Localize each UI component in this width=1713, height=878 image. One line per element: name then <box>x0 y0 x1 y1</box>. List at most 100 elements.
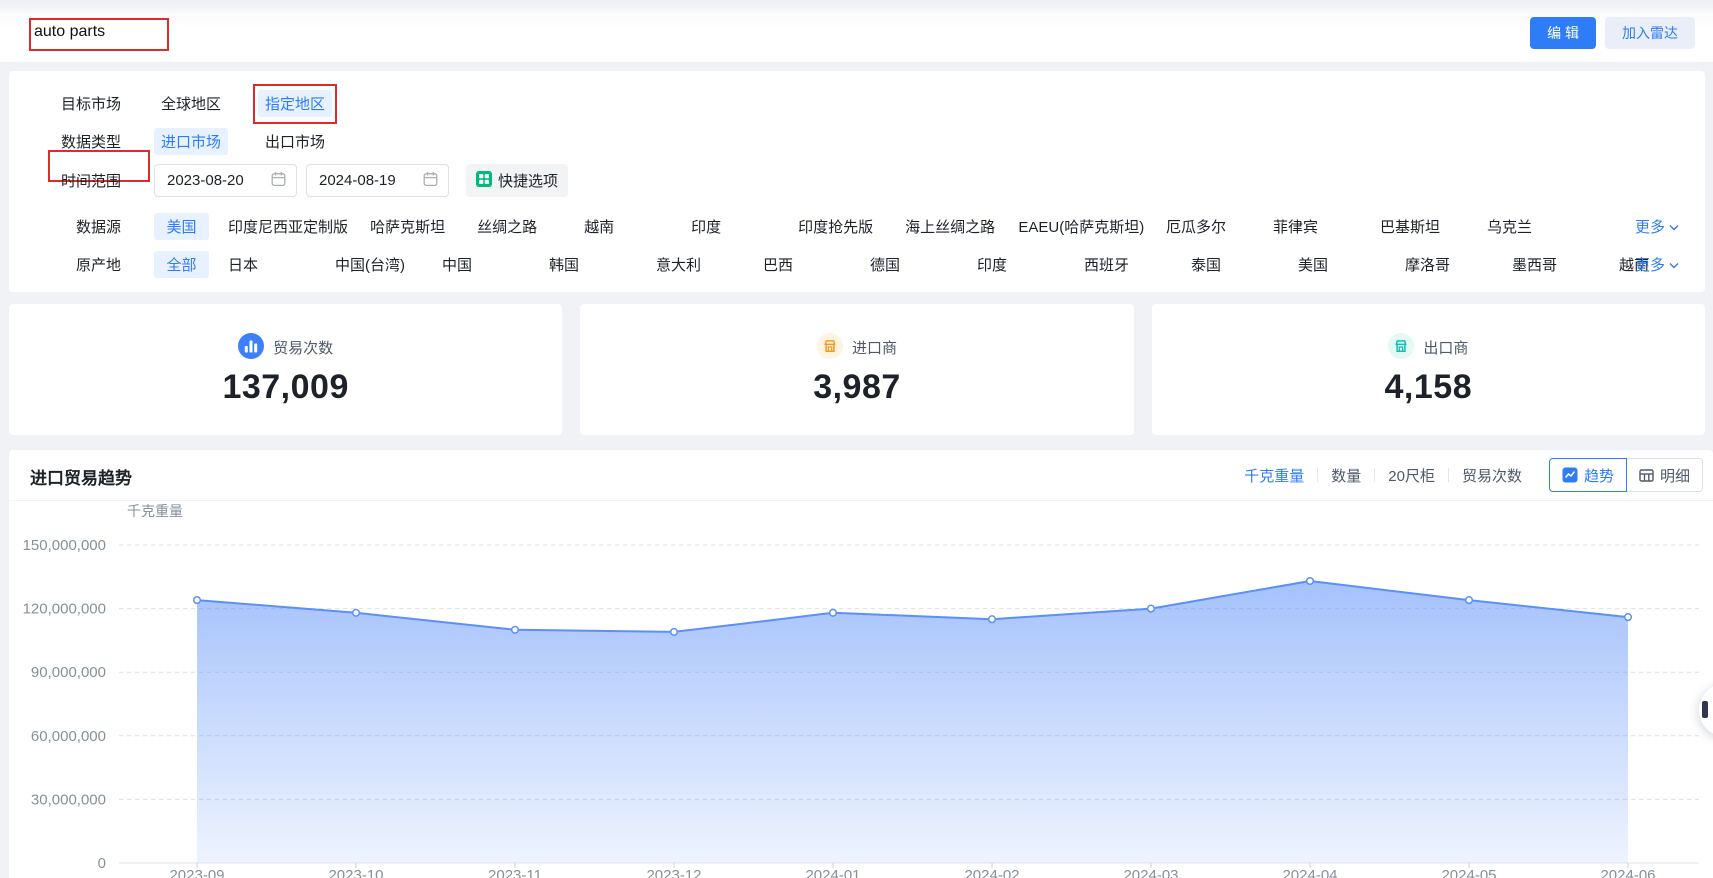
stat-card: 出口商 4,158 <box>1152 304 1705 435</box>
quick-options-icon <box>476 171 492 191</box>
filter-option[interactable]: 墨西哥 <box>1504 251 1600 278</box>
stat-label: 贸易次数 <box>273 337 333 358</box>
filter-option[interactable]: EAEU(哈萨克斯坦) <box>1010 213 1147 240</box>
filter-options-data-source: 美国印度尼西亚定制版哈萨克斯坦丝绸之路越南印度印度抢先版海上丝绸之路 EAEU(哈… <box>154 213 1705 240</box>
stat-card-header: 出口商 <box>1388 333 1468 363</box>
x-tick-label: 2024-03 <box>1123 867 1178 878</box>
quick-options-button[interactable]: 快捷选项 <box>466 164 568 197</box>
filter-option[interactable]: 意大利 <box>648 251 744 278</box>
floating-helper-icon <box>1702 701 1708 718</box>
filter-option[interactable]: 巴西 <box>755 251 851 278</box>
filter-label-data-source: 数据源 <box>9 213 121 237</box>
calendar-icon <box>271 171 286 191</box>
filter-option[interactable]: 中国 <box>434 251 530 278</box>
filter-option[interactable]: 印度 <box>683 213 779 240</box>
add-to-radar-button[interactable]: 加入雷达 <box>1605 17 1695 49</box>
filter-row-data-type: 数据类型 进口市场 出口市场 <box>9 128 1705 155</box>
stat-label: 进口商 <box>852 337 897 358</box>
filter-row-data-source: 数据源 美国印度尼西亚定制版哈萨克斯坦丝绸之路越南印度印度抢先版海上丝绸之路 EA… <box>9 213 1705 240</box>
view-toggle-label: 明细 <box>1660 465 1690 486</box>
filter-option[interactable]: 指定地区 <box>258 90 332 117</box>
data-point-marker <box>1466 597 1473 604</box>
date-start-input[interactable]: 2023-08-20 <box>154 164 297 197</box>
x-tick-label: 2024-05 <box>1441 867 1496 878</box>
metric-tab[interactable]: 贸易次数 <box>1449 465 1535 486</box>
y-tick-label: 120,000,000 <box>23 601 106 618</box>
filter-option[interactable]: 巴基斯坦 <box>1372 213 1468 240</box>
filter-options-target-market: 全球地区 指定地区 <box>154 90 332 117</box>
filter-option[interactable]: 摩洛哥 <box>1397 251 1493 278</box>
trend-area-chart[interactable]: 千克重量030,000,00060,000,00090,000,000120,0… <box>9 500 1713 878</box>
filter-option[interactable]: 哈萨克斯坦 <box>362 213 458 240</box>
filter-option[interactable]: 韩国 <box>541 251 637 278</box>
filter-option[interactable]: 美国 <box>154 213 209 240</box>
data-point-marker <box>1625 614 1632 621</box>
data-point-marker <box>194 597 201 604</box>
filter-row-time-range: 时间范围 2023-08-20 2024-08-19 快捷选项 <box>9 164 1705 197</box>
bar-chart-icon <box>238 333 264 363</box>
more-label: 更多 <box>1635 254 1665 275</box>
filter-option[interactable]: 泰国 <box>1183 251 1279 278</box>
filter-option[interactable]: 乌克兰 <box>1479 213 1575 240</box>
data-point-marker <box>1307 578 1314 585</box>
filter-option[interactable]: 进口市场 <box>154 128 228 155</box>
x-tick-label: 2024-06 <box>1600 867 1655 878</box>
filter-option[interactable]: 印度 <box>969 251 1065 278</box>
view-toggle-trend[interactable]: 趋势 <box>1549 458 1627 492</box>
keyword-input[interactable]: auto parts <box>34 23 105 41</box>
filter-option[interactable]: 日本 <box>220 251 316 278</box>
x-tick-label: 2023-09 <box>169 867 224 878</box>
data-point-marker <box>353 610 360 617</box>
filter-option[interactable]: 西班牙 <box>1076 251 1172 278</box>
stat-value: 3,987 <box>813 368 901 407</box>
filter-option[interactable]: 中国(台湾) <box>327 251 423 278</box>
date-end-value: 2024-08-19 <box>319 172 396 189</box>
area-fill <box>197 581 1628 863</box>
filter-option[interactable]: 厄瓜多尔 <box>1158 213 1254 240</box>
calendar-icon <box>423 171 438 191</box>
data-point-marker <box>830 610 837 617</box>
data-point-marker <box>1148 605 1155 612</box>
stat-cards: 贸易次数137,009 进口商 3,987 出口商 4,158 <box>9 304 1705 435</box>
metric-tabs: 千克重量数量20尺柜贸易次数 <box>1231 465 1535 486</box>
y-axis-unit-label: 千克重量 <box>127 503 183 519</box>
stat-label: 出口商 <box>1423 337 1468 358</box>
stat-value: 4,158 <box>1385 368 1473 407</box>
chevron-down-icon <box>1669 218 1679 235</box>
filter-option[interactable]: 出口市场 <box>258 128 332 155</box>
x-tick-label: 2023-12 <box>646 867 701 878</box>
metric-tab[interactable]: 千克重量 <box>1231 465 1317 486</box>
metric-tab[interactable]: 20尺柜 <box>1375 465 1448 486</box>
x-tick-label: 2023-11 <box>488 867 542 878</box>
filter-option[interactable]: 越南 <box>576 213 672 240</box>
filter-option[interactable]: 海上丝绸之路 <box>897 213 999 240</box>
y-tick-label: 90,000,000 <box>31 664 106 681</box>
filter-option[interactable]: 美国 <box>1290 251 1386 278</box>
x-tick-label: 2024-02 <box>964 867 1019 878</box>
more-link-data-source[interactable]: 更多 <box>1635 216 1679 237</box>
filter-row-origin: 原产地 全部日本中国(台湾) 中国韩国意大利巴西德国印度西班牙泰国美国摩洛哥墨西哥… <box>9 251 1705 278</box>
more-link-origin[interactable]: 更多 <box>1635 254 1679 275</box>
filter-option[interactable]: 丝绸之路 <box>469 213 565 240</box>
chart-title: 进口贸易趋势 <box>30 464 132 489</box>
filter-option[interactable]: 全球地区 <box>154 90 228 117</box>
filter-option[interactable]: 菲律宾 <box>1265 213 1361 240</box>
stat-card: 贸易次数137,009 <box>9 304 562 435</box>
x-tick-label: 2024-01 <box>805 867 860 878</box>
filter-option[interactable]: 德国 <box>862 251 958 278</box>
filter-option[interactable]: 全部 <box>154 251 209 278</box>
edit-button[interactable]: 编 辑 <box>1530 17 1596 49</box>
date-end-input[interactable]: 2024-08-19 <box>306 164 449 197</box>
filter-label-data-type: 数据类型 <box>9 128 121 152</box>
filter-options-data-type: 进口市场 出口市场 <box>154 128 332 155</box>
filter-option[interactable]: 印度抢先版 <box>790 213 886 240</box>
filter-option[interactable]: 印度尼西亚定制版 <box>220 213 351 240</box>
more-label: 更多 <box>1635 216 1665 237</box>
view-toggle: 趋势 明细 <box>1549 458 1703 492</box>
metric-tab[interactable]: 数量 <box>1318 465 1374 486</box>
filter-label-origin: 原产地 <box>9 251 121 275</box>
chevron-down-icon <box>1669 256 1679 273</box>
annotation-box-selected-region <box>253 84 337 124</box>
view-toggle-detail[interactable]: 明细 <box>1626 458 1703 492</box>
stat-card-header: 贸易次数 <box>238 333 333 363</box>
